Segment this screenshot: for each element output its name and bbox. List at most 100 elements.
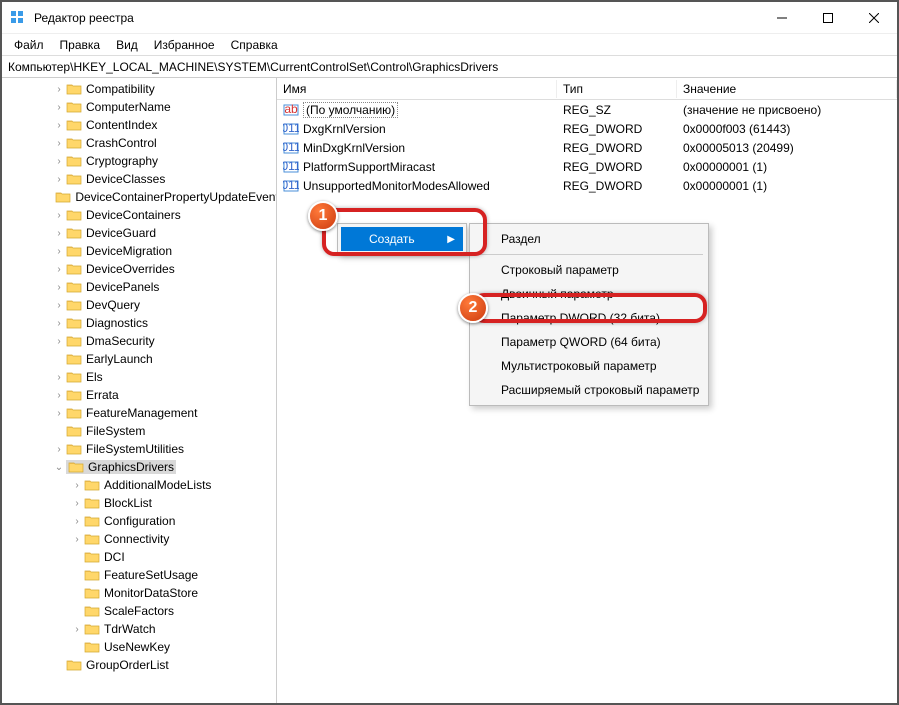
folder-icon bbox=[84, 586, 100, 600]
tree-item[interactable]: ›FeatureSetUsage bbox=[2, 566, 276, 584]
chevron-right-icon[interactable]: › bbox=[52, 264, 66, 275]
chevron-right-icon[interactable]: › bbox=[52, 138, 66, 149]
tree-item[interactable]: ›GroupOrderList bbox=[2, 656, 276, 674]
tree-item[interactable]: ⌄GraphicsDrivers bbox=[2, 458, 276, 476]
folder-icon bbox=[66, 298, 82, 312]
tree-item[interactable]: ›Diagnostics bbox=[2, 314, 276, 332]
menu-item-create[interactable]: Создать▶ bbox=[341, 227, 463, 251]
menu-item[interactable]: Строковый параметр bbox=[473, 258, 705, 282]
tree-item[interactable]: ›ComputerName bbox=[2, 98, 276, 116]
registry-value-row[interactable]: 011PlatformSupportMiracastREG_DWORD0x000… bbox=[277, 157, 897, 176]
chevron-right-icon[interactable]: › bbox=[52, 408, 66, 419]
chevron-right-icon[interactable]: › bbox=[52, 318, 66, 329]
chevron-right-icon[interactable]: › bbox=[52, 444, 66, 455]
value-name: DxgKrnlVersion bbox=[303, 122, 386, 136]
tree-label: Errata bbox=[86, 388, 119, 402]
chevron-right-icon[interactable]: › bbox=[52, 102, 66, 113]
tree-item[interactable]: ›DeviceMigration bbox=[2, 242, 276, 260]
chevron-right-icon[interactable]: › bbox=[52, 246, 66, 257]
tree-item[interactable]: ›DCI bbox=[2, 548, 276, 566]
registry-value-row[interactable]: 011UnsupportedMonitorModesAllowedREG_DWO… bbox=[277, 176, 897, 195]
folder-icon bbox=[84, 604, 100, 618]
menu-item[interactable]: Параметр DWORD (32 бита) bbox=[473, 306, 705, 330]
tree-item[interactable]: › FileSystemUtilities bbox=[2, 440, 276, 458]
chevron-right-icon[interactable]: › bbox=[70, 516, 84, 527]
chevron-right-icon[interactable]: › bbox=[52, 372, 66, 383]
folder-icon bbox=[66, 442, 82, 456]
folder-icon bbox=[66, 334, 82, 348]
context-submenu-types[interactable]: Раздел Строковый параметрДвоичный парамет… bbox=[469, 223, 709, 406]
tree-item[interactable]: ›EarlyLaunch bbox=[2, 350, 276, 368]
chevron-right-icon[interactable]: › bbox=[52, 228, 66, 239]
chevron-right-icon[interactable]: › bbox=[52, 282, 66, 293]
chevron-right-icon[interactable]: › bbox=[70, 624, 84, 635]
tree-item[interactable]: ›DeviceOverrides bbox=[2, 260, 276, 278]
chevron-right-icon[interactable]: › bbox=[52, 156, 66, 167]
col-header-name[interactable]: Имя bbox=[277, 80, 557, 98]
chevron-down-icon[interactable]: ⌄ bbox=[52, 462, 66, 473]
menu-правка[interactable]: Правка bbox=[52, 36, 109, 54]
tree-item[interactable]: › Errata bbox=[2, 386, 276, 404]
tree-item[interactable]: ›MonitorDataStore bbox=[2, 584, 276, 602]
menu-избранное[interactable]: Избранное bbox=[146, 36, 223, 54]
col-header-value[interactable]: Значение bbox=[677, 80, 897, 98]
chevron-right-icon[interactable]: › bbox=[52, 210, 66, 221]
value-type: REG_DWORD bbox=[557, 121, 677, 137]
menu-вид[interactable]: Вид bbox=[108, 36, 146, 54]
tree-item[interactable]: ›AdditionalModeLists bbox=[2, 476, 276, 494]
folder-icon bbox=[66, 208, 82, 222]
menu-item[interactable]: Параметр QWORD (64 бита) bbox=[473, 330, 705, 354]
minimize-button[interactable] bbox=[759, 2, 805, 34]
value-data: 0x00005013 (20499) bbox=[677, 140, 897, 156]
menu-item[interactable]: Мультистроковый параметр bbox=[473, 354, 705, 378]
tree-label: FileSystemUtilities bbox=[86, 442, 184, 456]
chevron-right-icon[interactable]: › bbox=[52, 120, 66, 131]
tree-item[interactable]: ›Configuration bbox=[2, 512, 276, 530]
chevron-right-icon[interactable]: › bbox=[52, 174, 66, 185]
tree-item[interactable]: ›BlockList bbox=[2, 494, 276, 512]
chevron-right-icon[interactable]: › bbox=[52, 390, 66, 401]
tree-item[interactable]: ›UseNewKey bbox=[2, 638, 276, 656]
close-button[interactable] bbox=[851, 2, 897, 34]
tree-item[interactable]: ›FileSystem bbox=[2, 422, 276, 440]
menu-item[interactable]: Раздел bbox=[473, 227, 705, 251]
tree-item[interactable]: ›DeviceClasses bbox=[2, 170, 276, 188]
tree-item[interactable]: ›Compatibility bbox=[2, 80, 276, 98]
address-bar[interactable]: Компьютер\HKEY_LOCAL_MACHINE\SYSTEM\Curr… bbox=[2, 56, 897, 78]
chevron-right-icon[interactable]: › bbox=[52, 336, 66, 347]
tree-item[interactable]: ›DeviceContainers bbox=[2, 206, 276, 224]
tree-item[interactable]: ›DeviceContainerPropertyUpdateEvents bbox=[2, 188, 276, 206]
menu-справка[interactable]: Справка bbox=[223, 36, 286, 54]
col-header-type[interactable]: Тип bbox=[557, 80, 677, 98]
tree-label: DeviceGuard bbox=[86, 226, 156, 240]
tree-item[interactable]: ›DevQuery bbox=[2, 296, 276, 314]
chevron-right-icon[interactable]: › bbox=[52, 84, 66, 95]
list-pane[interactable]: Имя Тип Значение ab(По умолчанию)REG_SZ(… bbox=[277, 78, 897, 703]
registry-value-row[interactable]: 011DxgKrnlVersionREG_DWORD0x0000f003 (61… bbox=[277, 119, 897, 138]
tree-pane[interactable]: ›Compatibility›ComputerName›ContentIndex… bbox=[2, 78, 277, 703]
registry-value-row[interactable]: ab(По умолчанию)REG_SZ(значение не присв… bbox=[277, 100, 897, 119]
menu-файл[interactable]: Файл bbox=[6, 36, 52, 54]
tree-item[interactable]: ›Els bbox=[2, 368, 276, 386]
tree-item[interactable]: ›DevicePanels bbox=[2, 278, 276, 296]
folder-icon bbox=[66, 280, 82, 294]
tree-item[interactable]: ›Connectivity bbox=[2, 530, 276, 548]
tree-item[interactable]: ›ScaleFactors bbox=[2, 602, 276, 620]
maximize-button[interactable] bbox=[805, 2, 851, 34]
tree-item[interactable]: ›CrashControl bbox=[2, 134, 276, 152]
chevron-right-icon[interactable]: › bbox=[70, 480, 84, 491]
context-menu-create[interactable]: Создать▶ bbox=[337, 223, 467, 255]
tree-item[interactable]: › DeviceGuard bbox=[2, 224, 276, 242]
registry-value-row[interactable]: 011MinDxgKrnlVersionREG_DWORD0x00005013 … bbox=[277, 138, 897, 157]
tree-label: DmaSecurity bbox=[86, 334, 155, 348]
tree-item[interactable]: › DmaSecurity bbox=[2, 332, 276, 350]
chevron-right-icon[interactable]: › bbox=[70, 498, 84, 509]
chevron-right-icon[interactable]: › bbox=[70, 534, 84, 545]
menu-item[interactable]: Двоичный параметр bbox=[473, 282, 705, 306]
chevron-right-icon[interactable]: › bbox=[52, 300, 66, 311]
tree-item[interactable]: ›TdrWatch bbox=[2, 620, 276, 638]
tree-item[interactable]: ›ContentIndex bbox=[2, 116, 276, 134]
menu-item[interactable]: Расширяемый строковый параметр bbox=[473, 378, 705, 402]
tree-item[interactable]: ›Cryptography bbox=[2, 152, 276, 170]
tree-item[interactable]: ›FeatureManagement bbox=[2, 404, 276, 422]
